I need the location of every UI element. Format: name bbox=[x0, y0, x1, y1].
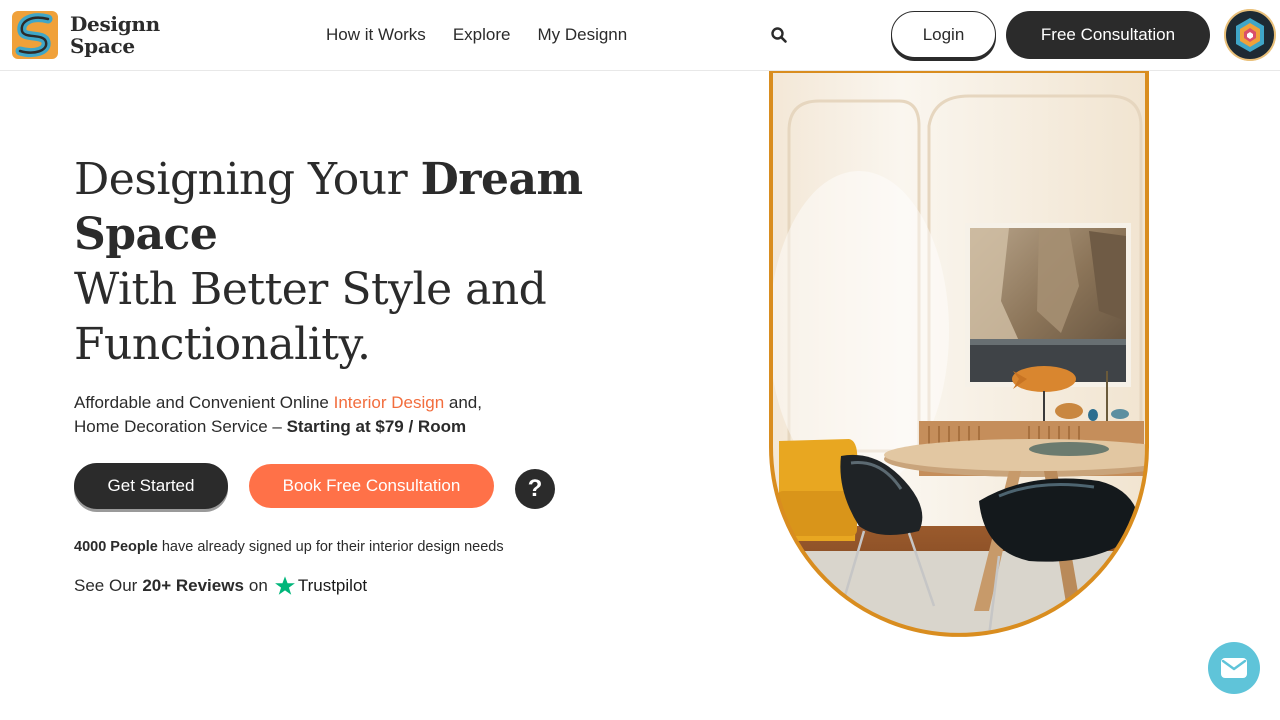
reviews-line: See Our 20+ Reviews on Trustpilot bbox=[74, 574, 367, 598]
logo-line1: Designn bbox=[70, 12, 160, 36]
book-consultation-button[interactable]: Book Free Consultation bbox=[249, 464, 494, 508]
interior-design-link[interactable]: Interior Design bbox=[334, 393, 445, 412]
logo-icon bbox=[12, 11, 58, 59]
nav-explore[interactable]: Explore bbox=[453, 24, 511, 46]
signup-count: 4000 People bbox=[74, 539, 158, 555]
reviews-prefix: See Our bbox=[74, 576, 138, 595]
price-text: Starting at $79 / Room bbox=[286, 417, 467, 436]
hero-sub-part3: Home Decoration Service – bbox=[74, 417, 287, 436]
avatar-icon[interactable] bbox=[1224, 9, 1276, 61]
hero-sub-part2: and, bbox=[444, 393, 482, 412]
hero-title: Designing Your Dream Space With Better St… bbox=[74, 152, 634, 372]
signup-text: have already signed up for their interio… bbox=[157, 539, 504, 555]
free-consultation-button[interactable]: Free Consultation bbox=[1006, 11, 1210, 59]
hero-title-part1: Designing Your bbox=[74, 154, 421, 205]
hero-room-image bbox=[769, 71, 1149, 637]
trustpilot-label: Trustpilot bbox=[297, 576, 368, 595]
logo-text: Designn Space bbox=[70, 13, 160, 57]
nav-how-it-works[interactable]: How it Works bbox=[326, 24, 426, 46]
hero-sub-part1: Affordable and Convenient Online bbox=[74, 393, 334, 412]
search-icon[interactable] bbox=[770, 26, 788, 44]
trustpilot-link[interactable]: Trustpilot bbox=[274, 574, 367, 598]
get-started-button[interactable]: Get Started bbox=[74, 463, 228, 509]
question-icon[interactable]: ? bbox=[515, 469, 555, 509]
chat-button[interactable] bbox=[1208, 642, 1260, 694]
star-icon bbox=[274, 576, 295, 595]
reviews-count: 20+ Reviews bbox=[142, 576, 244, 595]
reviews-on: on bbox=[248, 576, 268, 595]
site-header: Designn Space How it Works Explore My De… bbox=[0, 0, 1280, 71]
signup-stat: 4000 People have already signed up for t… bbox=[74, 538, 504, 556]
hero-title-part2: With Better Style and Functionality. bbox=[74, 264, 547, 370]
logo-line2: Space bbox=[70, 34, 135, 58]
logo-link[interactable]: Designn Space bbox=[10, 9, 160, 61]
main-nav: How it Works Explore My Designn bbox=[326, 24, 654, 46]
nav-my-designn[interactable]: My Designn bbox=[537, 24, 627, 46]
login-button[interactable]: Login bbox=[891, 11, 996, 58]
envelope-icon bbox=[1221, 658, 1247, 678]
hero-subtitle: Affordable and Convenient Online Interio… bbox=[74, 391, 554, 439]
